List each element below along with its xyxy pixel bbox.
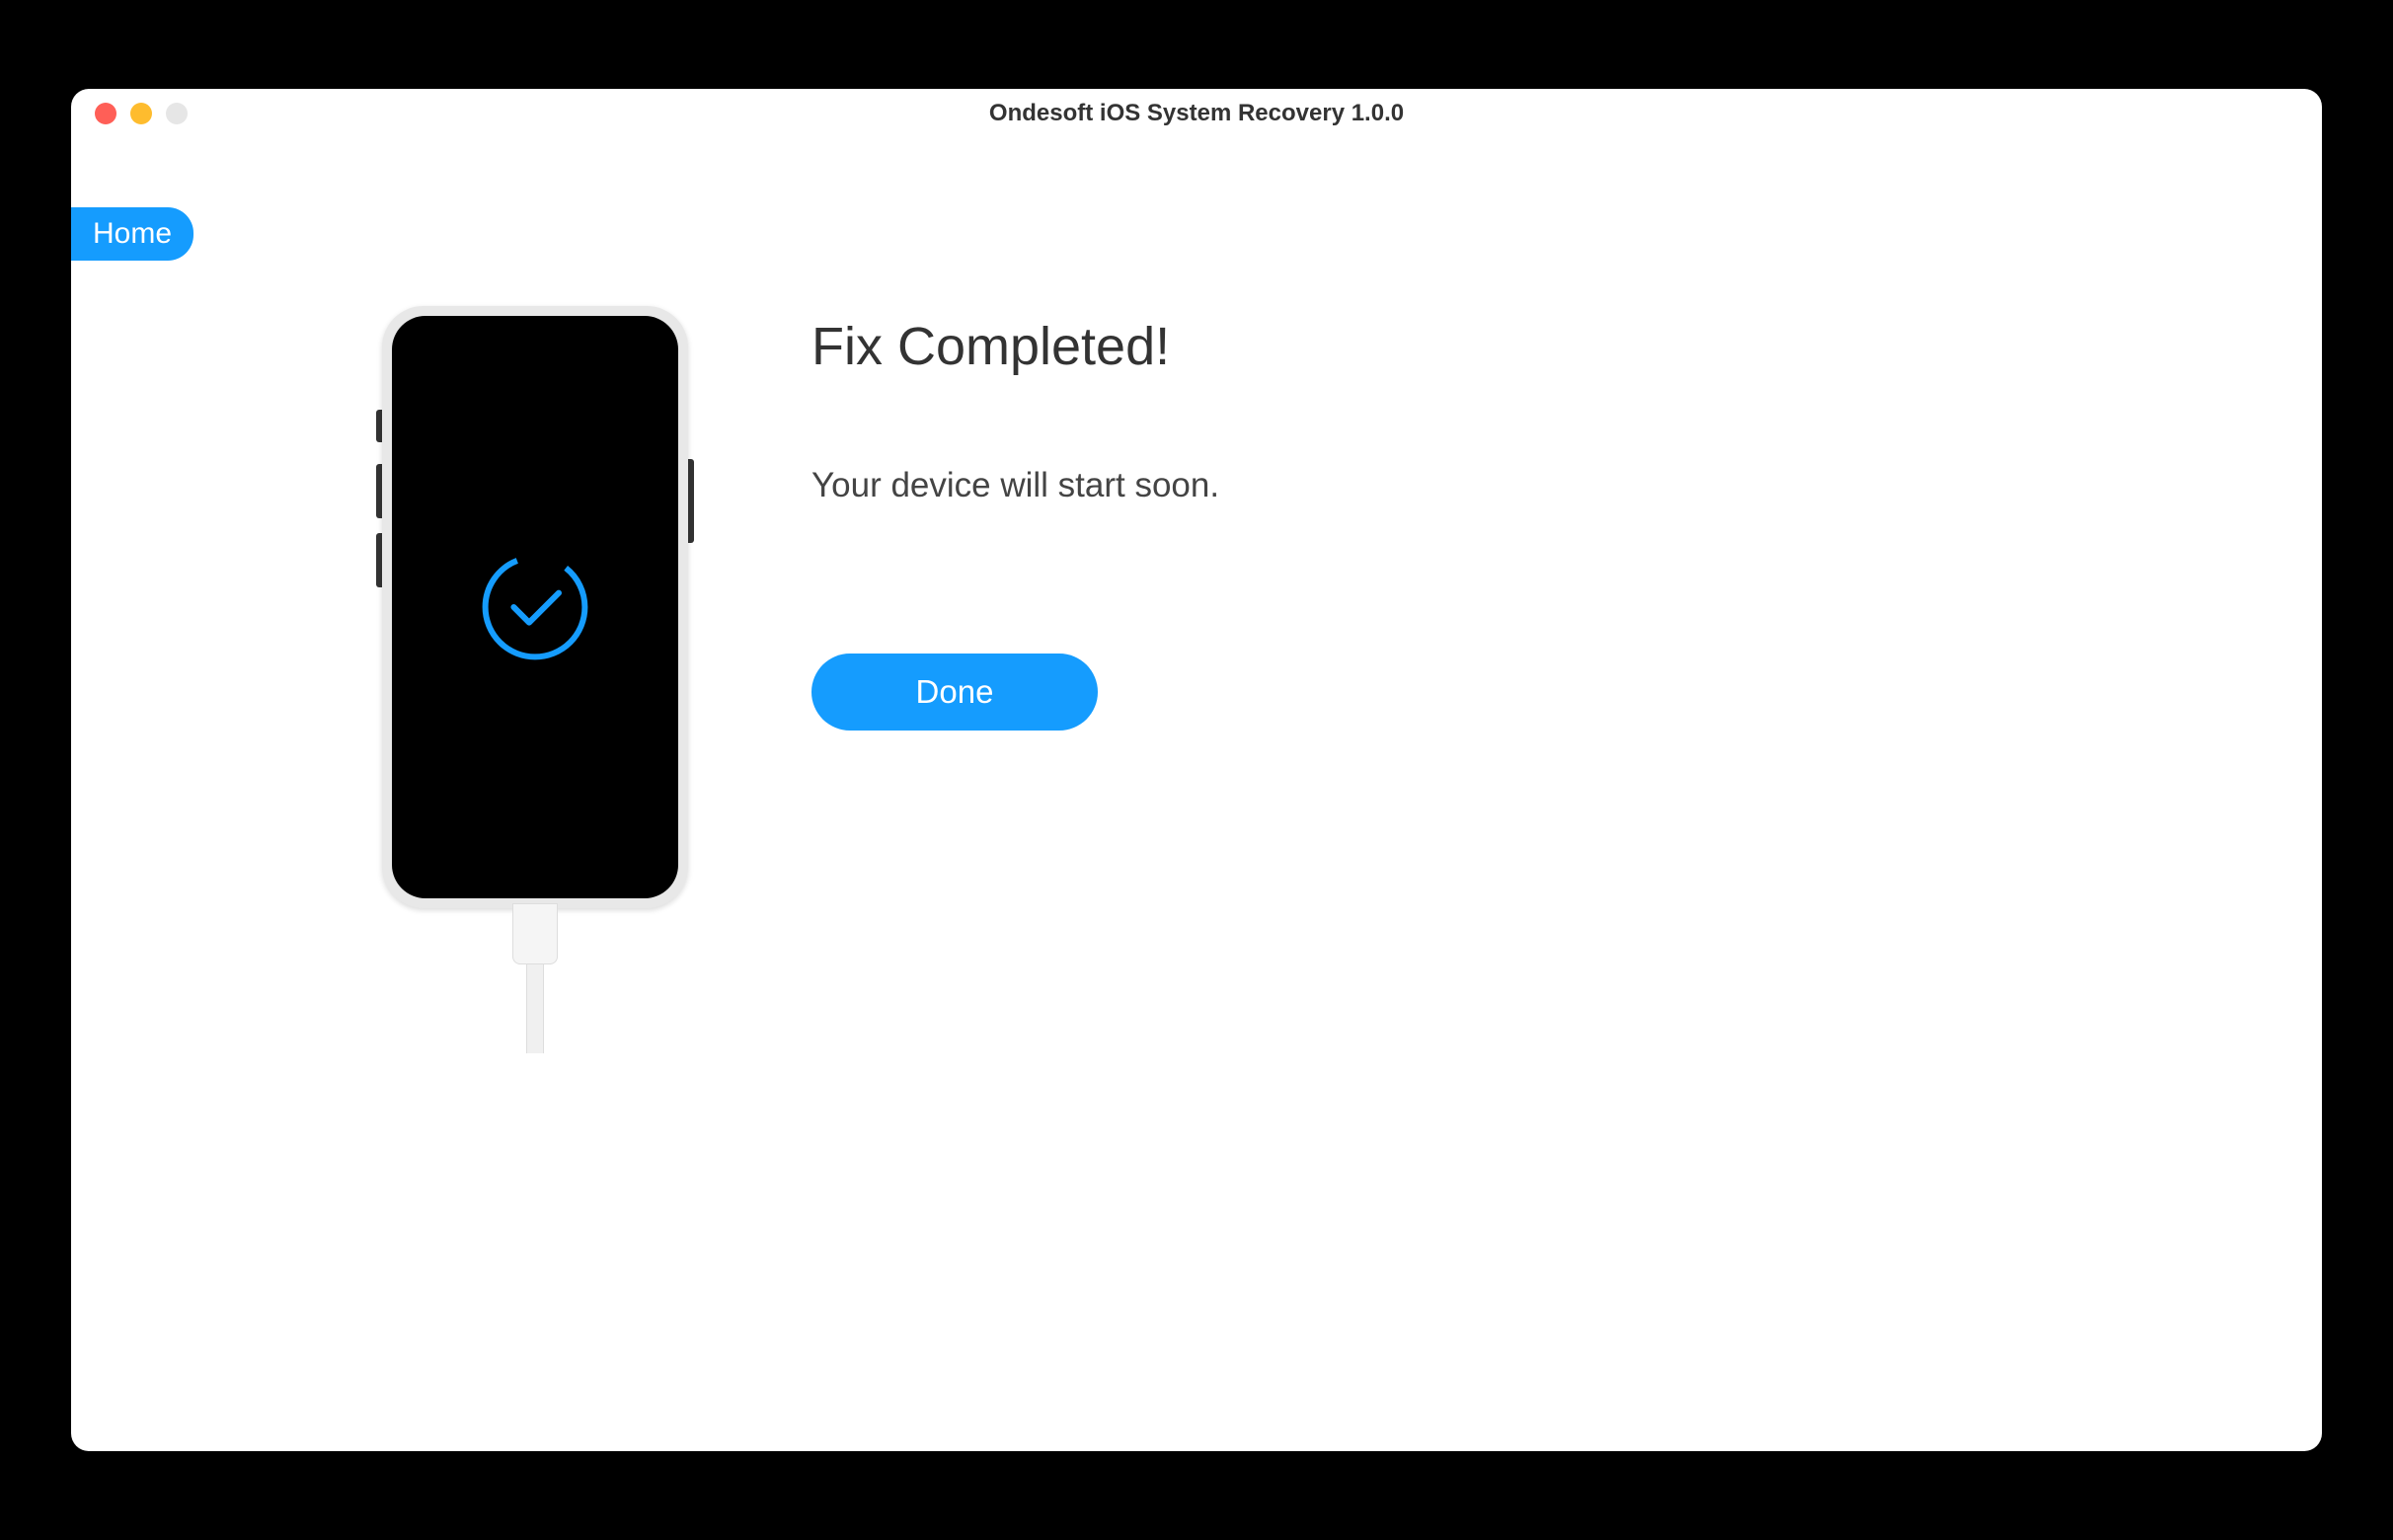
phone-screen	[392, 316, 678, 898]
message-area: Fix Completed! Your device will start so…	[713, 306, 1219, 1046]
app-window: Ondesoft iOS System Recovery 1.0.0 Home	[71, 89, 2322, 1451]
checkmark-success-icon	[476, 548, 594, 666]
close-window-button[interactable]	[95, 103, 116, 124]
cable-wire-icon	[526, 964, 544, 1053]
status-subtitle: Your device will start soon.	[811, 466, 1219, 505]
done-button[interactable]: Done	[811, 654, 1098, 731]
window-title: Ondesoft iOS System Recovery 1.0.0	[71, 100, 2322, 127]
content-area: Fix Completed! Your device will start so…	[71, 138, 2322, 1046]
phone-cable-icon	[512, 903, 558, 1051]
phone-body	[382, 306, 688, 908]
phone-illustration	[357, 306, 713, 1046]
home-button[interactable]: Home	[71, 207, 193, 261]
minimize-window-button[interactable]	[130, 103, 152, 124]
maximize-window-button	[166, 103, 188, 124]
phone-power-button-icon	[688, 459, 694, 543]
status-title: Fix Completed!	[811, 316, 1219, 377]
cable-connector-icon	[512, 903, 558, 964]
titlebar: Ondesoft iOS System Recovery 1.0.0	[71, 89, 2322, 138]
traffic-lights	[95, 103, 188, 124]
phone-notch-icon	[461, 316, 609, 338]
